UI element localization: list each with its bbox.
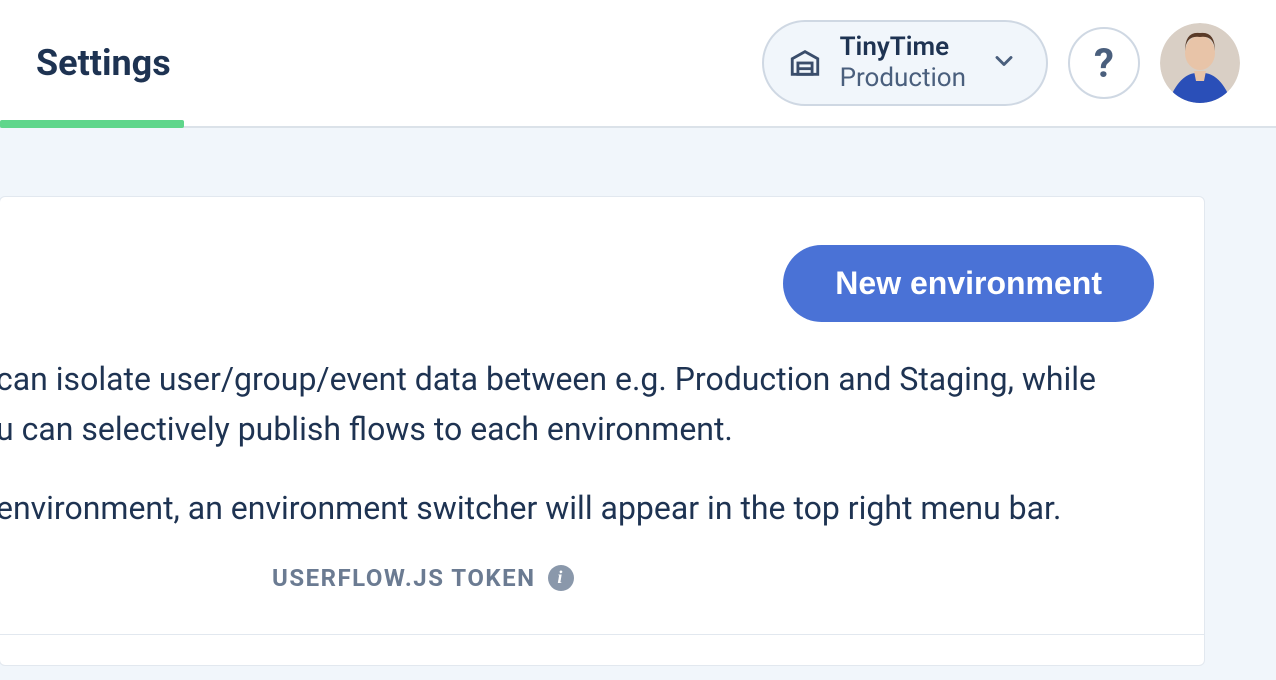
environments-description: can isolate user/group/event data betwee…	[0, 355, 1116, 534]
user-avatar[interactable]	[1160, 23, 1240, 103]
table-divider	[0, 634, 1204, 635]
environment-switcher[interactable]: TinyTime Production	[762, 20, 1048, 106]
question-icon: ?	[1094, 40, 1114, 87]
avatar-image	[1160, 23, 1240, 103]
environment-label: TinyTime Production	[840, 32, 966, 94]
token-header-label: USERFLOW.JS TOKEN	[272, 564, 536, 592]
description-text-3: environment, an environment switcher wil…	[0, 484, 1116, 534]
environment-stage: Production	[840, 63, 966, 94]
page-body: New environment can isolate user/group/e…	[0, 128, 1276, 680]
environments-card: New environment can isolate user/group/e…	[0, 196, 1205, 666]
info-icon[interactable]: i	[548, 565, 574, 591]
warehouse-icon	[788, 46, 822, 80]
page-title: Settings	[36, 42, 171, 84]
environment-name: TinyTime	[840, 32, 966, 63]
token-column-header: USERFLOW.JS TOKEN i	[272, 564, 1154, 592]
description-text-1: can isolate user/group/event data betwee…	[0, 360, 1096, 398]
top-bar: Settings TinyTime Production ?	[0, 0, 1276, 128]
chevron-down-icon	[990, 47, 1018, 79]
help-button[interactable]: ?	[1068, 27, 1140, 99]
active-tab-indicator	[0, 120, 184, 128]
topbar-right: TinyTime Production ?	[762, 20, 1240, 106]
description-text-2: u can selectively publish flows to each …	[0, 410, 733, 448]
new-environment-button[interactable]: New environment	[783, 245, 1154, 322]
